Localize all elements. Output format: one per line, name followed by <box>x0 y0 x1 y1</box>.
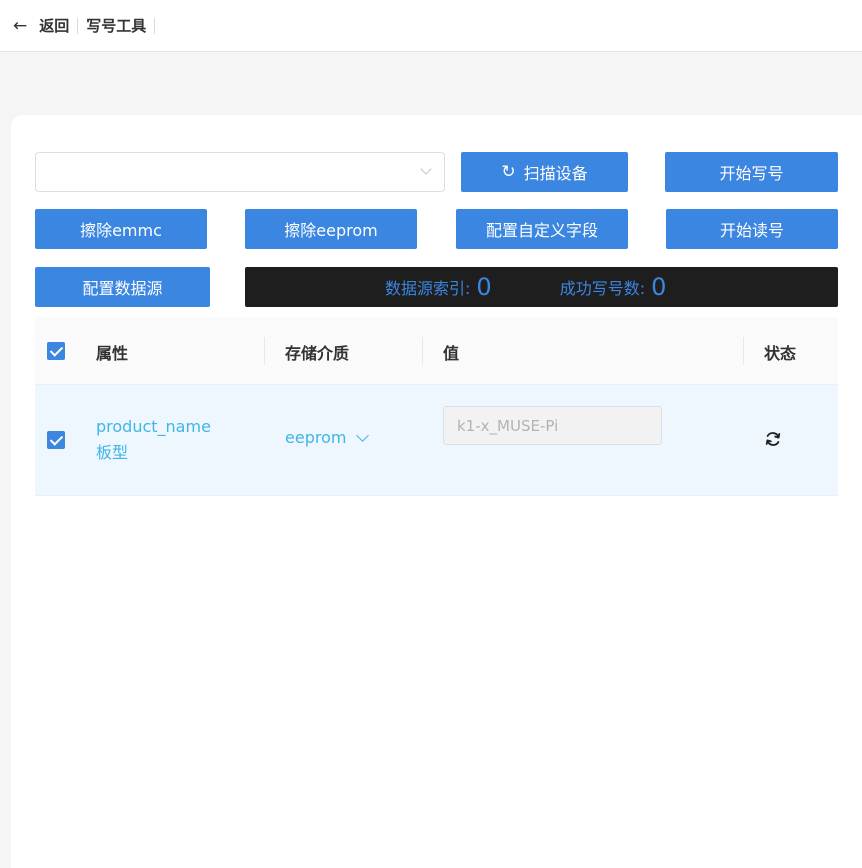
erase-emmc-button[interactable]: 擦除emmc <box>35 209 207 249</box>
datasource-index-label: 数据源索引: <box>385 279 471 298</box>
table-row: product_name 板型 eeprom k1-x_MUSE-Pi <box>35 385 838 496</box>
device-select[interactable] <box>35 152 445 192</box>
value-field[interactable]: k1-x_MUSE-Pi <box>443 406 662 445</box>
config-datasource-button[interactable]: 配置数据源 <box>35 267 210 307</box>
header-property: 属性 <box>96 344 129 363</box>
row-checkbox[interactable] <box>47 431 65 449</box>
table-header: 属性 存储介质 值 状态 <box>35 317 838 385</box>
column-divider <box>422 337 423 365</box>
column-divider <box>264 337 265 365</box>
success-count-label: 成功写号数: <box>559 279 646 298</box>
erase-eeprom-button[interactable]: 擦除eeprom <box>245 209 417 249</box>
stats-bar: 数据源索引: 0 成功写号数: 0 <box>245 267 838 307</box>
success-count-value: 0 <box>651 273 667 301</box>
datasource-index-value: 0 <box>476 273 492 301</box>
divider <box>154 17 156 34</box>
back-link[interactable]: 返回 <box>39 15 69 36</box>
header-storage: 存储介质 <box>285 344 350 363</box>
storage-value: eeprom <box>285 428 347 447</box>
header-value: 值 <box>443 344 460 363</box>
chevron-down-icon <box>420 163 432 175</box>
refresh-icon[interactable] <box>763 429 783 449</box>
start-write-button[interactable]: 开始写号 <box>665 152 838 192</box>
divider <box>77 17 79 34</box>
back-arrow-icon[interactable]: ← <box>13 16 27 36</box>
start-read-button[interactable]: 开始读号 <box>666 209 838 249</box>
select-all-checkbox[interactable] <box>47 342 65 360</box>
page-title: 写号工具 <box>86 17 147 35</box>
main-card: ↻ 扫描设备 开始写号 擦除emmc 擦除eeprom 配置自定义字段 开始读号… <box>11 115 862 868</box>
chevron-down-icon <box>356 428 370 442</box>
fields-table: 属性 存储介质 值 状态 product_name 板型 eeprom k1-x… <box>35 317 838 496</box>
property-cell: product_name 板型 <box>96 414 211 466</box>
column-divider <box>743 337 744 365</box>
config-custom-fields-button[interactable]: 配置自定义字段 <box>456 209 628 249</box>
scan-devices-label: 扫描设备 <box>523 164 588 183</box>
storage-select[interactable]: eeprom <box>285 428 370 447</box>
top-bar: ← 返回 写号工具 <box>0 0 862 52</box>
scan-devices-button[interactable]: ↻ 扫描设备 <box>461 152 628 192</box>
property-key: product_name <box>96 417 211 436</box>
property-name: 板型 <box>96 443 129 462</box>
header-status: 状态 <box>764 344 797 363</box>
refresh-icon: ↻ <box>501 162 516 182</box>
